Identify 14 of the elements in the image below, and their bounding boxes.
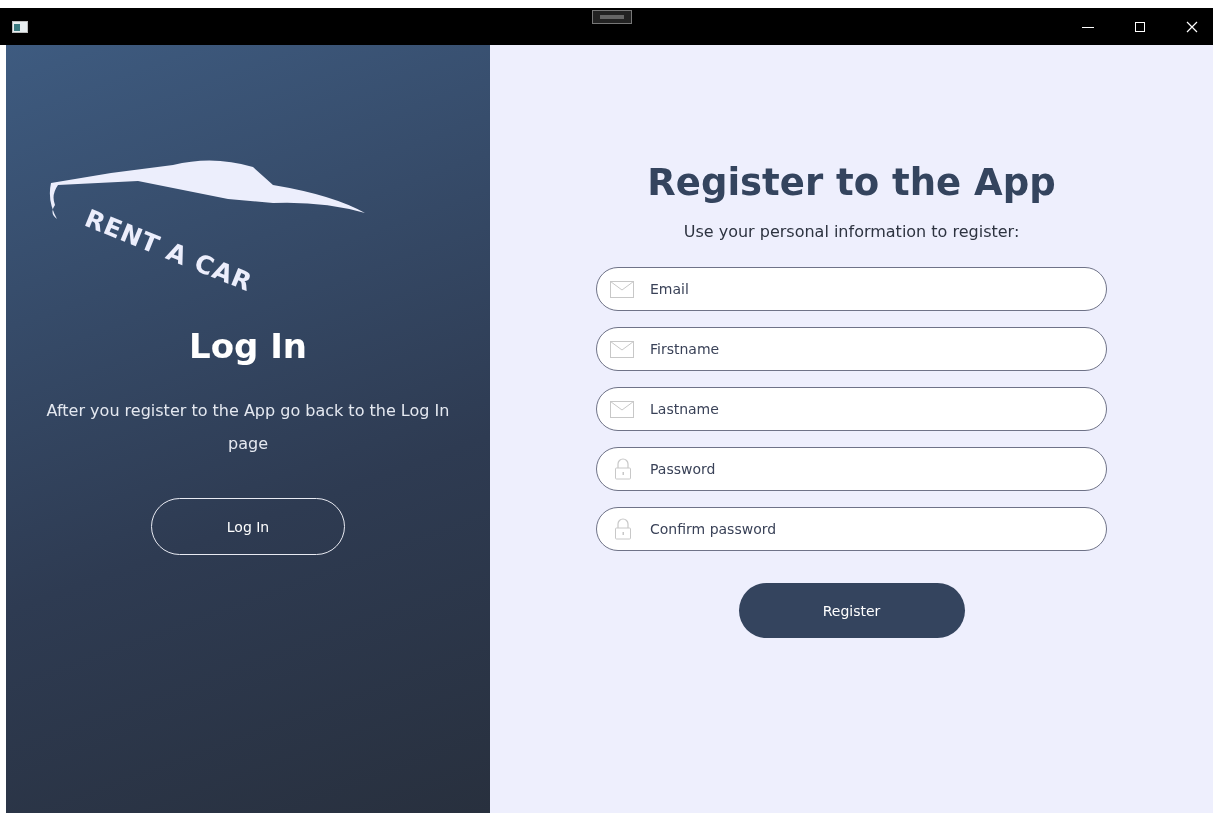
register-subtitle: Use your personal information to register: (683, 222, 1020, 241)
login-hint: After you register to the App go back to the Log In page (45, 400, 451, 455)
register-button[interactable]: Register (738, 583, 965, 638)
input-field[interactable]: Password (596, 447, 1107, 491)
app-icon (12, 20, 28, 33)
close-icon[interactable] (1186, 20, 1198, 33)
input-field[interactable]: Confirm password (596, 507, 1107, 551)
input-field[interactable]: Email (596, 267, 1107, 311)
maximize-icon[interactable] (1134, 20, 1146, 33)
input-field[interactable]: Lastname (596, 387, 1107, 431)
drag-handle-icon[interactable] (592, 10, 632, 24)
login-heading: Log In (188, 326, 308, 366)
register-heading: Register to the App (647, 161, 1056, 204)
input-field[interactable]: Firstname (596, 327, 1107, 371)
